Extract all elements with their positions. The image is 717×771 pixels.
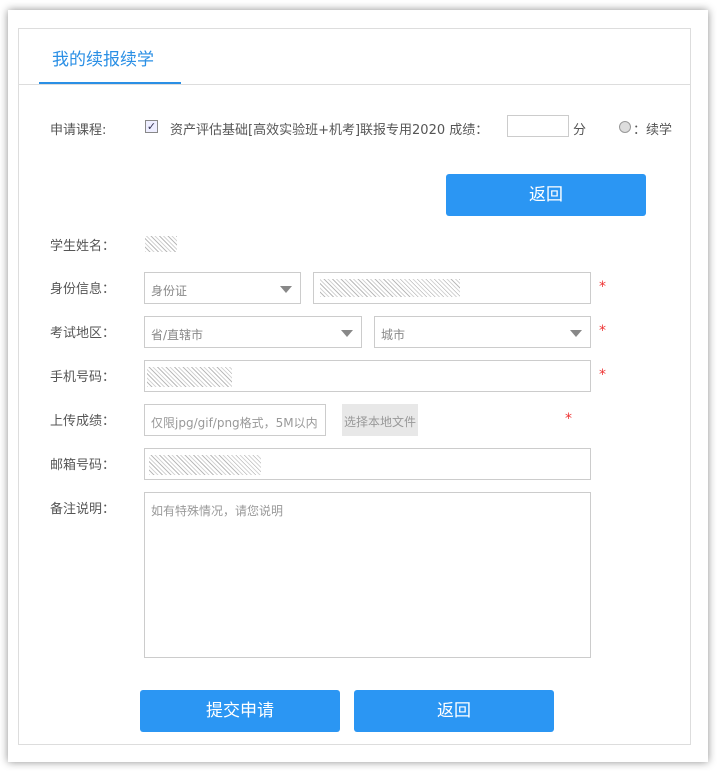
- note-textarea[interactable]: 如有特殊情况，请您说明: [144, 492, 591, 658]
- chevron-down-icon: [280, 286, 292, 293]
- upload-label: 上传成绩：: [50, 414, 116, 429]
- upload-path-input[interactable]: 仅限jpg/gif/png格式，5M以内: [144, 404, 326, 436]
- city-select[interactable]: 城市: [374, 316, 591, 348]
- page-title: 我的续报续学: [52, 50, 154, 70]
- region-label: 考试地区：: [50, 326, 116, 341]
- id-type-value: 身份证: [151, 284, 188, 298]
- panel-header: 我的续报续学: [19, 29, 690, 85]
- email-label: 邮箱号码：: [50, 458, 116, 473]
- required-mark: *: [565, 411, 572, 427]
- city-value: 城市: [381, 328, 406, 342]
- student-name-value: [145, 236, 177, 252]
- course-checkbox[interactable]: ✓: [145, 120, 158, 133]
- province-select[interactable]: 省/直辖市: [144, 316, 362, 348]
- score-input[interactable]: [507, 115, 569, 137]
- id-number-input[interactable]: [313, 272, 591, 304]
- score-unit: 分: [573, 123, 587, 138]
- submit-button[interactable]: 提交申请: [140, 690, 340, 732]
- renewal-panel: 我的续报续学 申请课程: ✓ 资产评估基础[高效实验班+机考]联报专用2020 …: [18, 28, 691, 745]
- course-label: 申请课程:: [50, 123, 107, 138]
- province-value: 省/直辖市: [151, 328, 204, 342]
- back-button[interactable]: 返回: [354, 690, 554, 732]
- course-name: 资产评估基础[高效实验班+机考]联报专用2020 成绩：: [170, 123, 489, 138]
- title-underline: [39, 82, 181, 84]
- choose-file-button[interactable]: 选择本地文件: [342, 404, 418, 436]
- phone-input[interactable]: [144, 360, 591, 392]
- top-back-button[interactable]: 返回: [446, 174, 646, 216]
- id-type-select[interactable]: 身份证: [144, 272, 301, 304]
- renew-radio[interactable]: [619, 121, 631, 133]
- chevron-down-icon: [341, 330, 353, 337]
- note-label: 备注说明：: [50, 502, 116, 517]
- name-label: 学生姓名：: [50, 239, 116, 254]
- required-mark: *: [599, 279, 606, 295]
- email-input[interactable]: [144, 448, 591, 480]
- required-mark: *: [599, 367, 606, 383]
- required-mark: *: [599, 323, 606, 339]
- renew-label: ：续学: [633, 123, 673, 138]
- chevron-down-icon: [570, 330, 582, 337]
- id-label: 身份信息：: [50, 282, 116, 297]
- phone-label: 手机号码：: [50, 370, 116, 385]
